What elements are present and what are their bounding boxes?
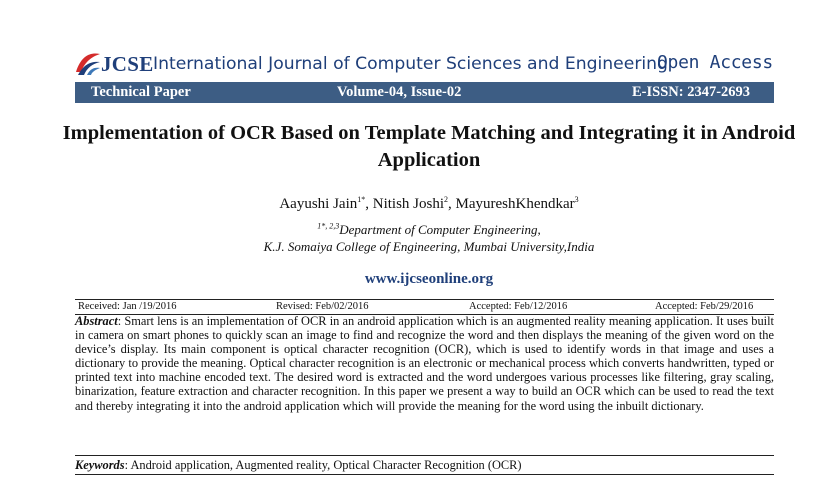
author-separator: , — [448, 196, 456, 212]
paper-type: Technical Paper — [91, 84, 191, 100]
keywords-text: Android application, Augmented reality, … — [130, 458, 522, 472]
author-affiliation-mark: 3 — [574, 195, 579, 204]
journal-name: International Journal of Computer Scienc… — [153, 54, 668, 74]
volume-issue: Volume-04, Issue-02 — [337, 84, 462, 100]
journal-website-link[interactable]: www.ijcseonline.org — [80, 271, 778, 288]
abstract-text: Smart lens is an implementation of OCR i… — [75, 314, 774, 413]
open-access-label: Open Access — [657, 52, 773, 73]
divider-keywords — [75, 455, 774, 456]
affiliation-department: Department of Computer Engineering, — [339, 222, 541, 237]
paper-title: Implementation of OCR Based on Template … — [62, 122, 796, 171]
author-name: MayureshKhendkar — [455, 196, 575, 212]
paper-info-bar: Technical Paper Volume-04, Issue-02 E-IS… — [75, 82, 774, 103]
affiliation: 1*, 2,3Department of Computer Engineerin… — [80, 221, 778, 255]
revised-date: Revised: Feb/02/2016 — [276, 301, 369, 312]
abstract: Abstract: Smart lens is an implementatio… — [75, 314, 774, 413]
eissn: E-ISSN: 2347-2693 — [632, 84, 751, 100]
received-date: Received: Jan /19/2016 — [78, 301, 177, 312]
author-list: Aayushi Jain1*, Nitish Joshi2, MayureshK… — [80, 196, 778, 213]
accepted-date-final: Accepted: Feb/29/2016 — [655, 301, 754, 312]
divider-bottom — [75, 474, 774, 475]
author-name: Nitish Joshi — [372, 196, 445, 212]
journal-logo-text: JCSE — [101, 52, 154, 76]
abstract-label: Abstract — [75, 314, 118, 328]
affiliation-institution: K.J. Somaiya College of Engineering, Mum… — [263, 239, 595, 254]
author-name: Aayushi Jain — [279, 196, 358, 212]
keywords: Keywords: Android application, Augmented… — [75, 458, 774, 472]
journal-masthead: JCSE International Journal of Computer S… — [74, 48, 773, 78]
author-separator: , — [365, 196, 373, 212]
affiliation-mark: 1*, 2,3 — [317, 221, 340, 231]
publication-dates: Received: Jan /19/2016 Revised: Feb/02/2… — [78, 301, 770, 315]
jcse-logo-icon — [76, 53, 100, 75]
accepted-date: Accepted: Feb/12/2016 — [469, 301, 568, 312]
keywords-label: Keywords — [75, 458, 125, 472]
divider-top — [75, 299, 774, 300]
